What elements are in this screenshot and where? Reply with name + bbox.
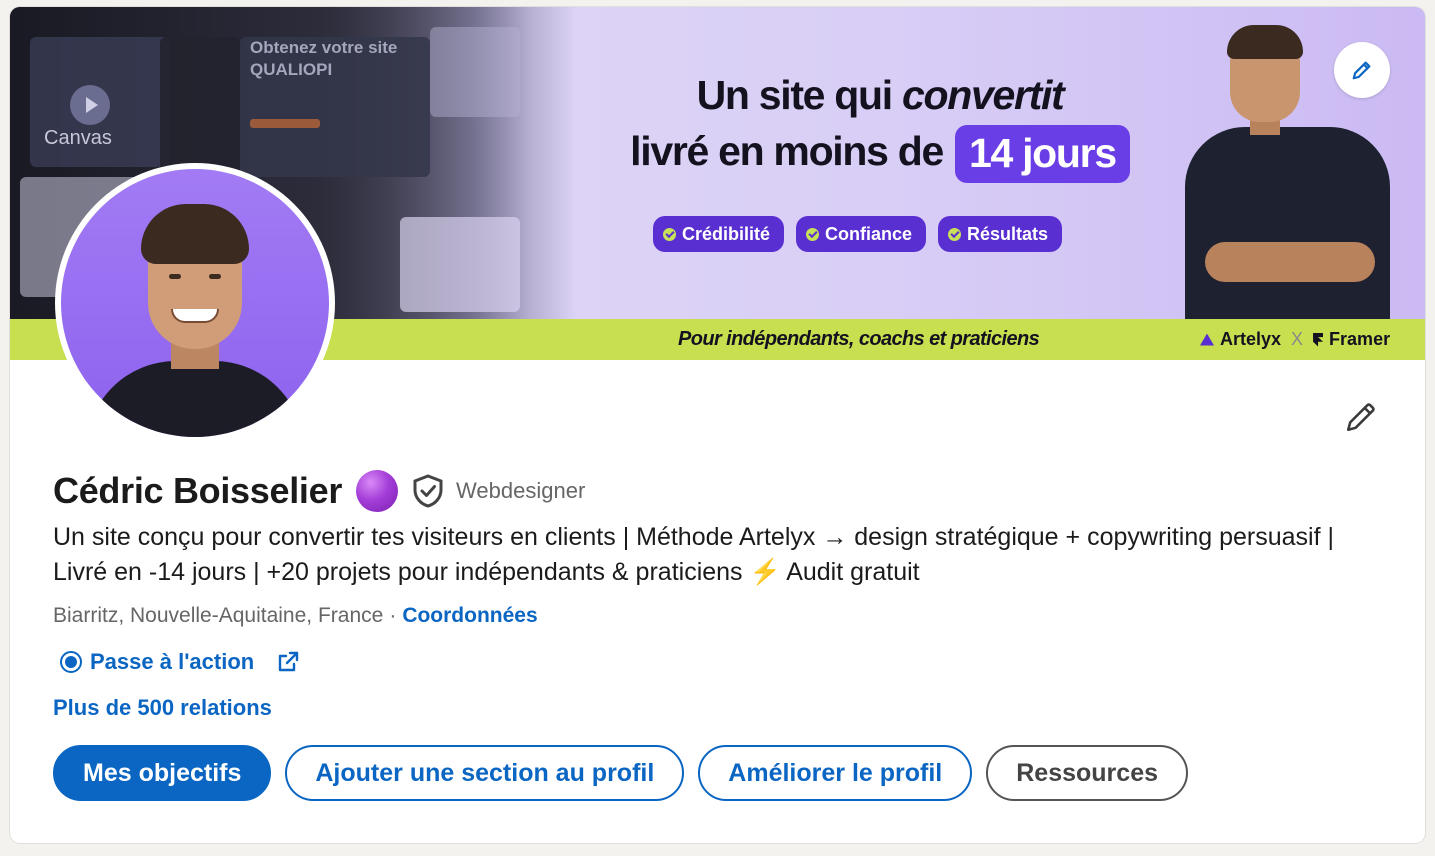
profile-pronoun: Webdesigner (456, 478, 586, 503)
avatar-smile (171, 309, 219, 323)
target-icon (60, 651, 82, 673)
contact-info-link[interactable]: Coordonnées (402, 604, 537, 628)
profile-actions: Mes objectifs Ajouter une section au pro… (53, 745, 1188, 801)
banner-person-body (1185, 127, 1390, 322)
banner-headline: Un site qui convertit livré en moins de 1… (610, 67, 1150, 184)
avatar-hair (141, 204, 249, 264)
edit-profile-button[interactable] (1341, 397, 1381, 437)
avatar-eye (209, 274, 221, 279)
banner-headline-line2: livré en moins de (630, 128, 944, 174)
banner-chip-label: Confiance (825, 223, 913, 244)
mockup-site-button (250, 119, 320, 128)
brand-framer: Framer (1329, 329, 1391, 349)
banner-headline-part: Un site qui (696, 72, 902, 118)
avatar-eye (169, 274, 181, 279)
avatar-body (86, 361, 304, 437)
banner-person-arms (1205, 242, 1375, 282)
avatar-photo (61, 169, 329, 437)
mockup-panel (430, 27, 520, 117)
banner-chip-label: Crédibilité (682, 223, 771, 244)
resources-button[interactable]: Ressources (986, 745, 1188, 801)
profile-card: Canvas Obtenez votre site QUALIOPI Un si… (10, 7, 1425, 843)
edit-banner-button[interactable] (1334, 42, 1390, 98)
framer-logo-icon (1313, 332, 1324, 347)
check-icon (806, 227, 820, 241)
banner-headline-emphasis: convertit (901, 72, 1065, 118)
add-section-button[interactable]: Ajouter une section au profil (285, 745, 685, 801)
goals-button[interactable]: Mes objectifs (53, 745, 272, 801)
pencil-icon (1346, 403, 1375, 432)
website-link[interactable]: Passe à l'action (60, 649, 300, 675)
profile-name: Cédric Boisselier (53, 470, 343, 511)
external-link-icon[interactable] (276, 650, 300, 674)
mockup-canvas-label: Canvas (44, 127, 112, 149)
banner-strip-text: Pour indépendants, coachs et praticiens (678, 328, 1040, 350)
verified-shield-icon[interactable] (412, 474, 444, 508)
profile-location-row: Biarritz, Nouvelle-Aquitaine, France · C… (53, 604, 538, 628)
profile-avatar[interactable] (55, 163, 335, 443)
brand-separator: X (1291, 329, 1304, 349)
brand-artelyx: Artelyx (1220, 329, 1282, 349)
purple-circle-emoji (356, 470, 399, 512)
improve-profile-button[interactable]: Améliorer le profil (698, 745, 973, 801)
profile-location: Biarritz, Nouvelle-Aquitaine, France (53, 604, 384, 627)
profile-headline: Un site conçu pour convertir tes visiteu… (53, 523, 1334, 586)
banner-chip: Résultats (938, 216, 1063, 252)
pencil-icon (1352, 61, 1371, 80)
mockup-panel (400, 217, 520, 312)
connections-link[interactable]: Plus de 500 relations (53, 695, 272, 721)
play-icon (70, 85, 110, 125)
check-icon (948, 227, 962, 241)
banner-headline-pill: 14 jours (955, 125, 1130, 184)
check-icon (663, 227, 676, 241)
mockup-site-title: Obtenez votre site QUALIOPI (250, 38, 398, 79)
banner-chip: Crédibilité (653, 216, 785, 252)
website-label[interactable]: Passe à l'action (90, 649, 254, 675)
banner-person-hair (1227, 25, 1303, 59)
banner-chip: Confiance (796, 216, 927, 252)
location-separator: · (389, 604, 397, 627)
banner-chip-label: Résultats (967, 223, 1049, 244)
banner-chips: Crédibilité Confiance Résultats (653, 216, 1063, 252)
profile-name-row: Cédric Boisselier Webdesigner (53, 467, 585, 515)
artelyx-logo-icon (1200, 333, 1214, 346)
banner-brands: Artelyx X Framer (1200, 329, 1390, 350)
